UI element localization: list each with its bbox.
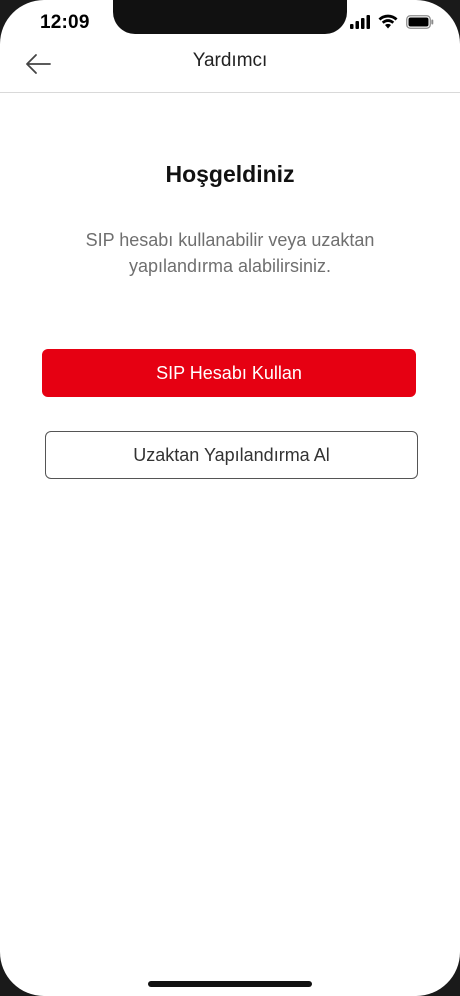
battery-icon: [406, 14, 434, 29]
signal-icon: [350, 14, 370, 29]
phone-screen: 12:09 Yardımcı Hoşgeldiniz SIP hesabı ku…: [0, 0, 460, 996]
remote-configuration-button[interactable]: Uzaktan Yapılandırma Al: [45, 431, 418, 479]
status-icons: [350, 14, 434, 29]
nav-header: Yardımcı: [0, 36, 460, 93]
welcome-title: Hoşgeldiniz: [165, 161, 295, 187]
device-notch: [113, 0, 347, 34]
status-time: 12:09: [40, 12, 90, 33]
use-sip-account-button[interactable]: SIP Hesabı Kullan: [42, 349, 416, 397]
wifi-icon: [378, 14, 398, 29]
home-indicator[interactable]: [148, 981, 312, 987]
welcome-description: SIP hesabı kullanabilir veya uzaktan yap…: [85, 230, 375, 276]
page-title: Yardımcı: [192, 50, 268, 71]
